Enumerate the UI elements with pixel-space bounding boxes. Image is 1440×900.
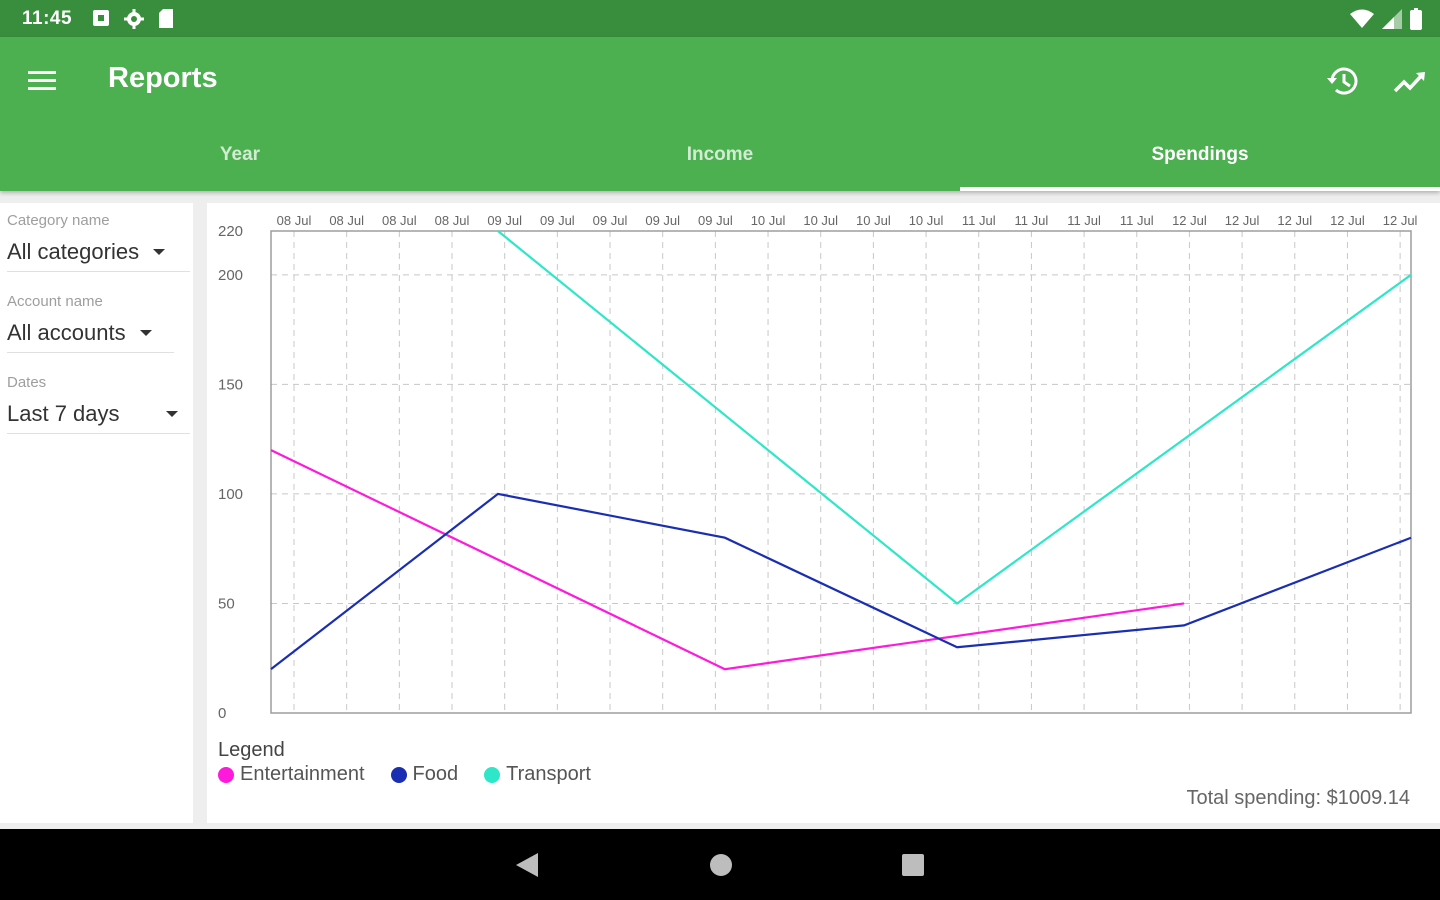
x-tick-label: 08 Jul xyxy=(382,213,417,228)
x-tick-label: 08 Jul xyxy=(277,213,312,228)
legend-label: Entertainment xyxy=(240,763,365,785)
x-tick-label: 09 Jul xyxy=(698,213,733,228)
dropdown-arrow-icon xyxy=(165,411,178,417)
dates-filter-label: Dates xyxy=(7,374,47,391)
recents-icon[interactable] xyxy=(900,851,926,879)
x-tick-label: 10 Jul xyxy=(856,213,891,228)
legend-item-food: Food xyxy=(390,763,459,786)
x-tick-label: 08 Jul xyxy=(329,213,364,228)
category-dropdown-value: All categories xyxy=(7,239,140,264)
series-line-food xyxy=(270,492,1412,671)
legend-label: Transport xyxy=(506,763,591,785)
total-spending: Total spending: $1009.14 xyxy=(1186,787,1410,809)
chart-legend: Entertainment Food Transport xyxy=(218,763,591,786)
spending-line-chart: 08 Jul 08 Jul 08 Jul 08 Jul 09 Jul 09 Jul 09 J… xyxy=(218,213,1418,722)
filters-panel: Category name All categories Account nam… xyxy=(0,203,193,823)
x-tick-label: 09 Jul xyxy=(540,213,575,228)
x-tick-label: 09 Jul xyxy=(593,213,628,228)
x-tick-label: 08 Jul xyxy=(435,213,470,228)
legend-dot xyxy=(484,766,501,783)
app-bar: Reports Year Income Spendings xyxy=(0,37,1440,191)
x-tick-label: 11 Jul xyxy=(1015,213,1049,228)
y-tick-label: 220 xyxy=(218,223,243,240)
tab-bar: Year Income Spendings xyxy=(0,137,1440,191)
navigation-bar xyxy=(0,829,1440,900)
settings-gear-icon xyxy=(124,9,144,29)
series-line-transport xyxy=(497,230,1412,605)
legend-item-entertainment: Entertainment xyxy=(218,763,365,786)
x-tick-label: 12 Jul xyxy=(1172,213,1207,228)
x-tick-label: 11 Jul xyxy=(1067,213,1101,228)
x-tick-label: 10 Jul xyxy=(909,213,944,228)
y-tick-label: 200 xyxy=(218,267,243,284)
status-notification-icons xyxy=(92,9,174,29)
category-filter: Category name All categories xyxy=(7,212,190,272)
signal-icon xyxy=(1382,9,1402,29)
series-line-entertainment xyxy=(270,449,1185,671)
x-tick-label: 12 Jul xyxy=(1383,213,1418,228)
tab-spendings[interactable]: Spendings xyxy=(960,137,1440,191)
battery-icon xyxy=(1410,8,1422,30)
account-filter-label: Account name xyxy=(7,293,103,310)
category-dropdown[interactable]: All categories xyxy=(7,239,190,272)
legend-dot xyxy=(218,766,234,783)
status-bar: 11:45 xyxy=(0,0,1440,37)
dates-dropdown-value: Last 7 days xyxy=(7,401,120,426)
tab-income[interactable]: Income xyxy=(480,137,960,191)
y-tick-label: 150 xyxy=(218,376,243,393)
account-filter: Account name All accounts xyxy=(7,293,174,353)
dates-filter: Dates Last 7 days xyxy=(7,374,190,434)
x-tick-label: 11 Jul xyxy=(1120,213,1154,228)
trending-chart-icon[interactable] xyxy=(1390,61,1430,101)
legend-label: Food xyxy=(412,763,459,785)
status-time: 11:45 xyxy=(22,8,73,29)
tab-year[interactable]: Year xyxy=(0,137,480,191)
dropdown-arrow-icon xyxy=(153,249,166,255)
wifi-icon xyxy=(1350,9,1374,28)
back-icon[interactable] xyxy=(514,851,540,879)
x-tick-label: 10 Jul xyxy=(803,213,838,228)
x-tick-label: 11 Jul xyxy=(962,213,996,228)
status-system-icons xyxy=(1350,8,1422,30)
y-tick-label: 50 xyxy=(218,595,235,612)
plot-area-border xyxy=(270,230,1412,714)
home-icon[interactable] xyxy=(708,851,734,879)
x-tick-label: 12 Jul xyxy=(1225,213,1260,228)
x-tick-label: 09 Jul xyxy=(645,213,680,228)
x-tick-label: 12 Jul xyxy=(1277,213,1312,228)
menu-icon[interactable] xyxy=(26,65,58,97)
history-icon[interactable] xyxy=(1324,61,1364,101)
x-tick-label: 09 Jul xyxy=(487,213,522,228)
x-tick-label: 10 Jul xyxy=(751,213,786,228)
sd-card-icon xyxy=(159,9,173,28)
dropdown-arrow-icon xyxy=(139,330,152,336)
account-dropdown[interactable]: All accounts xyxy=(7,320,174,353)
account-dropdown-value: All accounts xyxy=(7,320,126,345)
page-title: Reports xyxy=(108,62,218,94)
legend-item-transport: Transport xyxy=(484,763,591,786)
category-filter-label: Category name xyxy=(7,212,110,229)
legend-dot xyxy=(390,766,407,783)
dates-dropdown[interactable]: Last 7 days xyxy=(7,401,190,434)
x-tick-label: 12 Jul xyxy=(1330,213,1365,228)
y-tick-label: 0 xyxy=(218,705,226,722)
legend-title: Legend xyxy=(218,739,285,761)
notification-square-icon xyxy=(93,10,109,26)
y-tick-label: 100 xyxy=(218,486,243,503)
